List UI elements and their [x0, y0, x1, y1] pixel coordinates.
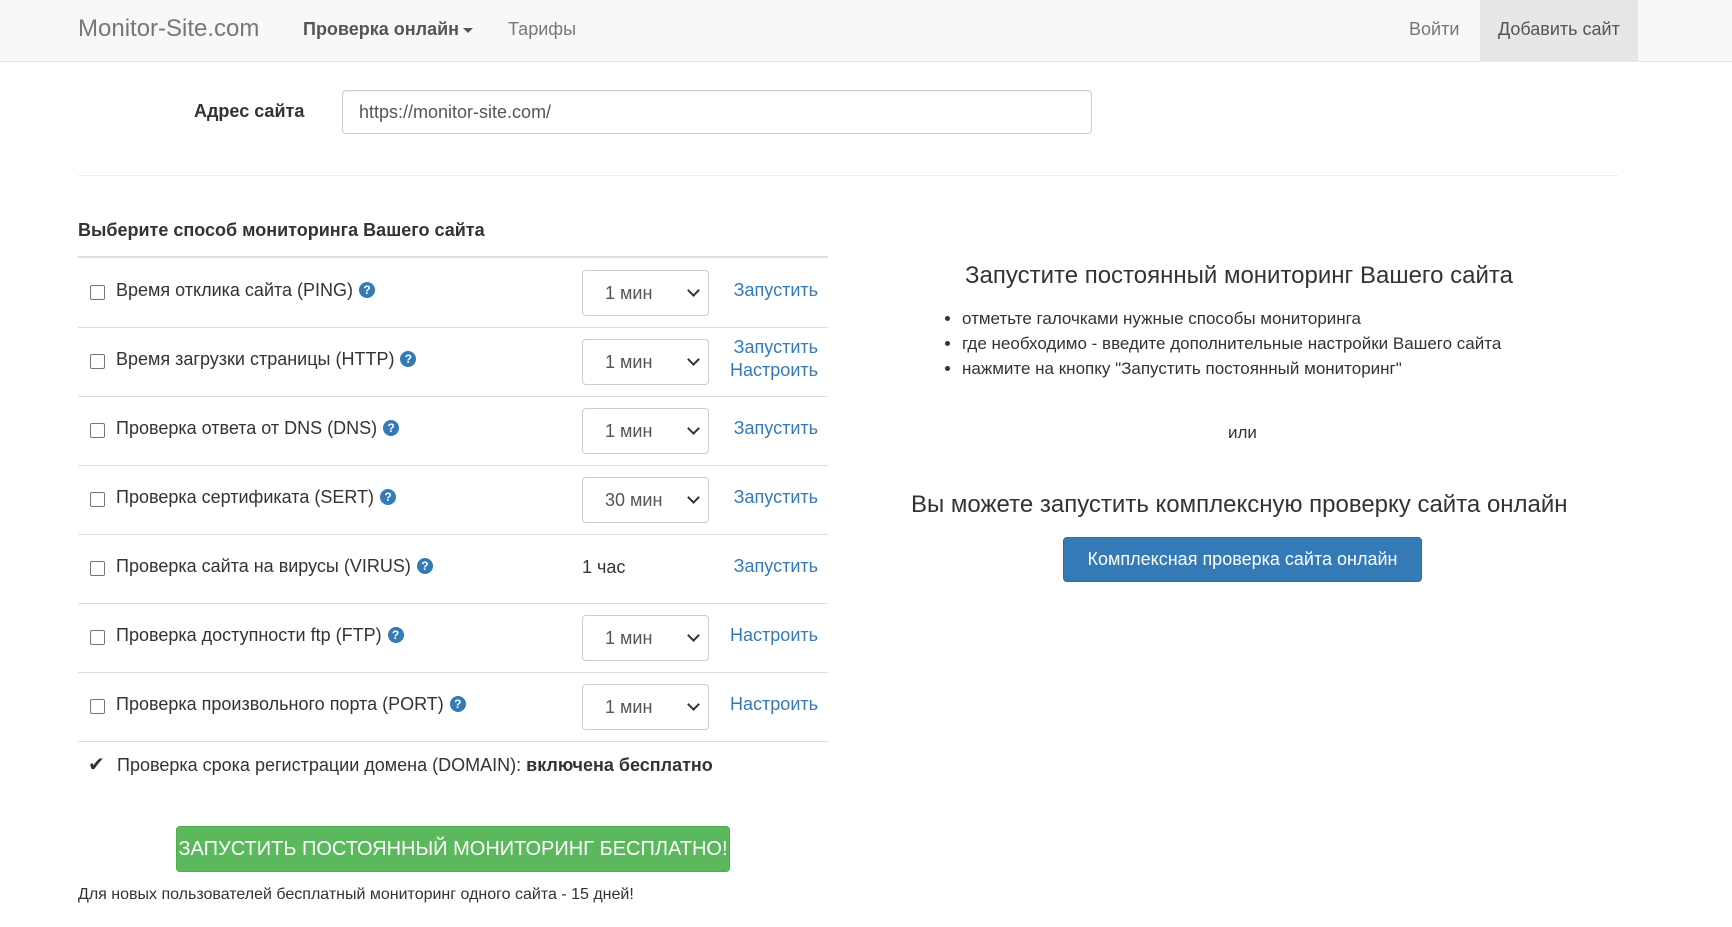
monitor-row-dns: Проверка ответа от DNS (DNS)? 1 мин Запу…: [78, 396, 828, 466]
brand-logo-link[interactable]: Monitor-Site.com: [78, 15, 259, 43]
dns-label: Проверка ответа от DNS (DNS)?: [116, 418, 400, 439]
sert-interval-select[interactable]: 30 мин: [582, 477, 709, 523]
chevron-down-icon: [687, 422, 700, 435]
chevron-down-icon: [687, 491, 700, 504]
address-label: Адрес сайта: [194, 101, 305, 121]
virus-label-text: Проверка сайта на вирусы (VIRUS): [116, 556, 411, 576]
domain-check-label: Проверка срока регистрации домена (DOMAI…: [117, 755, 522, 775]
monitor-row-http: Время загрузки страницы (HTTP)? 1 мин За…: [78, 327, 828, 397]
ftp-interval-value: 1 мин: [605, 628, 653, 648]
or-separator: или: [1228, 423, 1257, 442]
port-label-text: Проверка произвольного порта (PORT): [116, 694, 444, 714]
start-monitoring-button[interactable]: ЗАПУСТИТЬ ПОСТОЯННЫЙ МОНИТОРИНГ БЕСПЛАТН…: [176, 826, 730, 872]
dns-interval-value: 1 мин: [605, 421, 653, 441]
ftp-label: Проверка доступности ftp (FTP)?: [116, 625, 404, 646]
nav-tariffs-link[interactable]: Тарифы: [508, 19, 576, 40]
help-icon[interactable]: ?: [387, 627, 404, 643]
ftp-checkbox[interactable]: [90, 630, 105, 645]
virus-start-link[interactable]: Запустить: [734, 556, 818, 577]
port-checkbox[interactable]: [90, 699, 105, 714]
ping-checkbox[interactable]: [90, 285, 105, 300]
port-label: Проверка произвольного порта (PORT)?: [116, 694, 466, 715]
dns-start-link[interactable]: Запустить: [734, 418, 818, 439]
instruction-item: нажмите на кнопку "Запустить постоянный …: [962, 356, 1501, 381]
ping-interval-value: 1 мин: [605, 283, 653, 303]
monitor-row-sert: Проверка сертификата (SERT)? 30 мин Запу…: [78, 465, 828, 535]
monitor-row-ftp: Проверка доступности ftp (FTP)? 1 мин На…: [78, 603, 828, 673]
site-address-input[interactable]: [342, 90, 1092, 134]
caret-down-icon: [463, 27, 474, 33]
nav-login-link[interactable]: Войти: [1409, 19, 1459, 40]
sert-label-text: Проверка сертификата (SERT): [116, 487, 375, 507]
domain-check-status: включена бесплатно: [526, 755, 713, 775]
http-interval-select[interactable]: 1 мин: [582, 339, 709, 385]
dns-checkbox[interactable]: [90, 423, 105, 438]
virus-interval-value: 1 час: [582, 557, 626, 577]
chevron-down-icon: [687, 698, 700, 711]
help-icon[interactable]: ?: [449, 696, 466, 712]
instruction-item: отметьте галочками нужные способы монито…: [962, 306, 1501, 331]
top-navbar: Monitor-Site.com Проверка онлайн Тарифы …: [0, 0, 1732, 62]
http-interval-value: 1 мин: [605, 352, 653, 372]
sert-interval-value: 30 мин: [605, 490, 663, 510]
http-checkbox[interactable]: [90, 354, 105, 369]
divider: [78, 175, 1618, 176]
chevron-down-icon: [687, 629, 700, 642]
port-interval-select[interactable]: 1 мин: [582, 684, 709, 730]
ftp-interval-select[interactable]: 1 мин: [582, 615, 709, 661]
monitor-row-ping: Время отклика сайта (PING)? 1 мин Запуст…: [78, 258, 828, 328]
nav-check-online-label: Проверка онлайн: [303, 19, 460, 39]
sert-checkbox[interactable]: [90, 492, 105, 507]
monitor-row-virus: Проверка сайта на вирусы (VIRUS)? 1 час …: [78, 534, 828, 604]
port-configure-link[interactable]: Настроить: [730, 694, 818, 715]
instruction-item: где необходимо - введите дополнительные …: [962, 331, 1501, 356]
dns-label-text: Проверка ответа от DNS (DNS): [116, 418, 378, 438]
ftp-label-text: Проверка доступности ftp (FTP): [116, 625, 382, 645]
free-trial-note: Для новых пользователей бесплатный монит…: [78, 886, 634, 903]
domain-check-row: ✔ Проверка срока регистрации домена (DOM…: [88, 752, 713, 777]
ping-interval-select[interactable]: 1 мин: [582, 270, 709, 316]
monitoring-section-title: Выберите способ мониторинга Вашего сайта: [78, 220, 485, 240]
chevron-down-icon: [687, 284, 700, 297]
chevron-down-icon: [687, 353, 700, 366]
sert-label: Проверка сертификата (SERT)?: [116, 487, 397, 508]
ping-start-link[interactable]: Запустить: [734, 280, 818, 301]
ftp-configure-link[interactable]: Настроить: [730, 625, 818, 646]
sert-start-link[interactable]: Запустить: [734, 487, 818, 508]
virus-checkbox[interactable]: [90, 561, 105, 576]
nav-add-site-link[interactable]: Добавить сайт: [1480, 0, 1638, 62]
checkmark-icon: ✔: [88, 754, 105, 776]
port-interval-value: 1 мин: [605, 697, 653, 717]
monitor-row-port: Проверка произвольного порта (PORT)? 1 м…: [78, 672, 828, 742]
http-label-text: Время загрузки страницы (HTTP): [116, 349, 395, 369]
help-icon[interactable]: ?: [359, 282, 376, 298]
complex-check-button[interactable]: Комплексная проверка сайта онлайн: [1063, 537, 1422, 582]
http-configure-link[interactable]: Настроить: [730, 360, 818, 381]
http-start-link[interactable]: Запустить: [734, 337, 818, 358]
ping-label-text: Время отклика сайта (PING): [116, 280, 354, 300]
nav-check-online-dropdown[interactable]: Проверка онлайн: [303, 19, 474, 40]
dns-interval-select[interactable]: 1 мин: [582, 408, 709, 454]
complex-check-subtitle: Вы можете запустить комплексную проверку…: [911, 491, 1568, 518]
nav-add-site-label: Добавить сайт: [1498, 19, 1620, 39]
instruction-list: отметьте галочками нужные способы монито…: [940, 306, 1501, 381]
http-label: Время загрузки страницы (HTTP)?: [116, 349, 417, 370]
help-icon[interactable]: ?: [380, 489, 397, 505]
info-title: Запустите постоянный мониторинг Вашего с…: [965, 262, 1513, 289]
virus-label: Проверка сайта на вирусы (VIRUS)?: [116, 556, 433, 577]
help-icon[interactable]: ?: [383, 420, 400, 436]
help-icon[interactable]: ?: [416, 558, 433, 574]
help-icon[interactable]: ?: [400, 351, 417, 367]
ping-label: Время отклика сайта (PING)?: [116, 280, 376, 301]
